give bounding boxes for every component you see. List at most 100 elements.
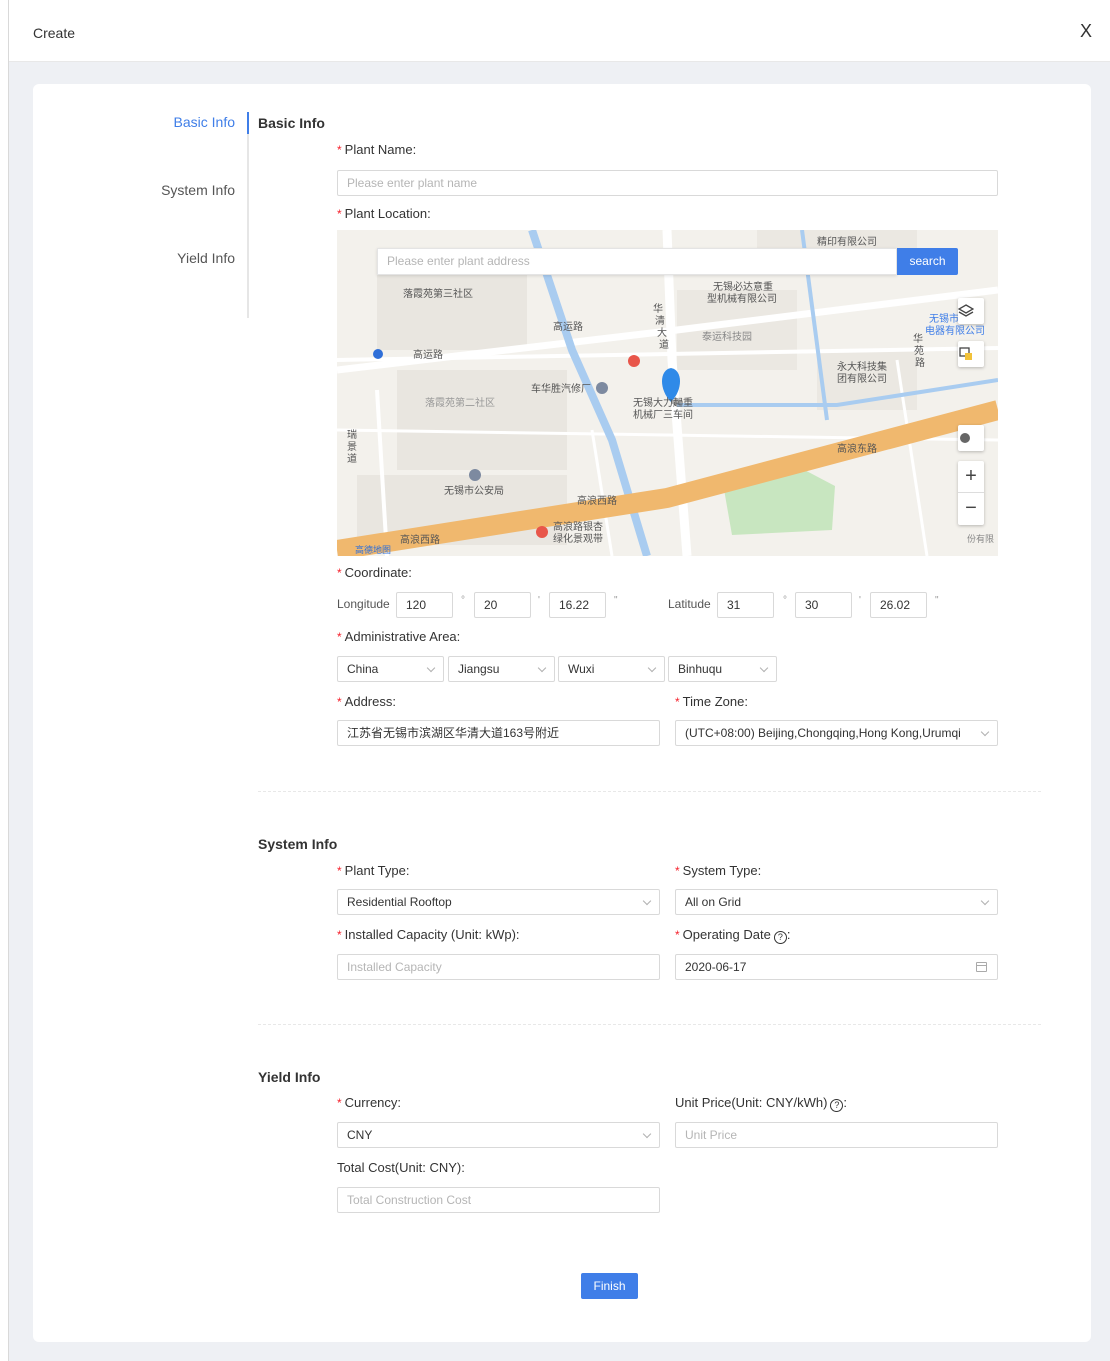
section-anchor-nav: Basic Info System Info Yield Info xyxy=(123,112,249,318)
longitude-label: Longitude xyxy=(337,597,390,611)
operating-date-label: * Operating Date?: xyxy=(675,927,791,944)
yield-info-title: Yield Info xyxy=(258,1069,321,1085)
zoom-control: + − xyxy=(958,461,984,525)
map-label: 份有限 xyxy=(967,533,994,545)
time-zone-select[interactable]: (UTC+08:00) Beijing,Chongqing,Hong Kong,… xyxy=(675,720,998,746)
system-type-label: * System Type: xyxy=(675,863,762,878)
help-icon[interactable]: ? xyxy=(773,931,787,944)
map-label: 高浪西路 xyxy=(577,494,617,507)
longitude-seconds-input[interactable]: 16.22 xyxy=(549,592,606,618)
province-select[interactable]: Jiangsu xyxy=(448,656,555,682)
anchor-system-info[interactable]: System Info xyxy=(161,182,235,198)
map-label: 道 xyxy=(347,452,357,465)
finish-button[interactable]: Finish xyxy=(581,1273,638,1299)
latitude-label: Latitude xyxy=(668,597,711,611)
system-type-select[interactable]: All on Grid xyxy=(675,889,998,915)
map-label: 华 xyxy=(653,302,663,315)
anchor-basic-info[interactable]: Basic Info xyxy=(174,114,235,130)
time-zone-label: * Time Zone: xyxy=(675,694,748,709)
chevron-down-icon xyxy=(647,663,657,673)
zoom-out-icon[interactable]: − xyxy=(958,493,984,525)
map-label: 落霞苑第二社区 xyxy=(425,396,495,409)
chevron-down-icon xyxy=(642,896,652,906)
layers-icon[interactable] xyxy=(958,298,984,324)
section-divider xyxy=(258,1024,1041,1025)
map-poi-icon xyxy=(628,355,640,367)
drawer-header: Create X xyxy=(9,0,1110,62)
map-label: 车华胜汽修厂 xyxy=(531,382,591,395)
degree-mark: ° xyxy=(783,595,787,606)
latitude-minutes-input[interactable]: 30 xyxy=(795,592,852,618)
map-canvas: 落霞苑第三社区 高运路 高运路 落霞苑第二社区 车华胜汽修厂 无锡市公安局 高浪… xyxy=(337,230,998,556)
map-label: 高浪西路 xyxy=(400,533,440,546)
calendar-icon xyxy=(976,962,987,972)
latitude-degrees-input[interactable]: 31 xyxy=(717,592,774,618)
map-label: 苑 xyxy=(914,344,924,357)
operating-date-picker[interactable]: 2020-06-17 xyxy=(675,954,998,980)
satellite-toggle-icon[interactable] xyxy=(958,341,984,367)
chevron-down-icon xyxy=(980,896,990,906)
minute-mark: ' xyxy=(538,595,540,606)
plant-location-label: * Plant Location: xyxy=(337,206,431,221)
chevron-down-icon xyxy=(642,1129,652,1139)
locate-icon[interactable] xyxy=(958,425,984,451)
city-select[interactable]: Wuxi xyxy=(558,656,665,682)
map-label: 瑞 xyxy=(347,429,357,441)
degree-mark: ° xyxy=(461,595,465,606)
map-poi-icon xyxy=(536,526,548,538)
map-attribution-logo: 高德地图 xyxy=(355,544,391,556)
map-label: 清 xyxy=(655,314,665,327)
installed-capacity-label: * Installed Capacity (Unit: kWp): xyxy=(337,927,520,942)
longitude-degrees-input[interactable]: 120 xyxy=(396,592,453,618)
location-map[interactable]: 落霞苑第三社区 高运路 高运路 落霞苑第二社区 车华胜汽修厂 无锡市公安局 高浪… xyxy=(337,230,998,556)
map-label: 高运路 xyxy=(553,320,583,333)
map-poi-icon xyxy=(469,469,481,481)
chevron-down-icon xyxy=(426,663,436,673)
map-label: 无锡市公安局 xyxy=(444,484,504,497)
map-address-search-input[interactable]: Please enter plant address xyxy=(377,248,897,275)
map-label: 大 xyxy=(657,326,667,339)
help-icon[interactable]: ? xyxy=(830,1099,844,1112)
currency-label: * Currency: xyxy=(337,1095,402,1110)
currency-select[interactable]: CNY xyxy=(337,1122,660,1148)
map-label: 落霞苑第三社区 xyxy=(403,287,473,300)
system-info-title: System Info xyxy=(258,836,338,852)
map-label: 华 xyxy=(913,332,923,345)
map-label: 型机械有限公司 xyxy=(707,292,777,305)
plant-name-input[interactable]: Please enter plant name xyxy=(337,170,998,196)
unit-price-label: Unit Price(Unit: CNY/kWh)?: xyxy=(675,1095,848,1112)
minute-mark: ' xyxy=(859,595,861,606)
address-input[interactable]: 江苏省无锡市滨湖区华清大道163号附近 xyxy=(337,720,660,746)
drawer-title: Create xyxy=(33,25,76,41)
basic-info-title: Basic Info xyxy=(258,115,325,131)
latitude-seconds-input[interactable]: 26.02 xyxy=(870,592,927,618)
map-label: 精印有限公司 xyxy=(817,235,877,248)
longitude-minutes-input[interactable]: 20 xyxy=(474,592,531,618)
zoom-in-icon[interactable]: + xyxy=(958,461,984,493)
form-card: Basic Info System Info Yield Info Basic … xyxy=(33,84,1091,1342)
section-divider xyxy=(258,791,1041,792)
map-label: 路 xyxy=(915,356,925,369)
plant-name-label: * Plant Name: xyxy=(337,142,417,157)
plant-type-label: * Plant Type: xyxy=(337,863,410,878)
installed-capacity-input[interactable]: Installed Capacity xyxy=(337,954,660,980)
coordinate-label: * Coordinate: xyxy=(337,565,412,580)
unit-price-input[interactable]: Unit Price xyxy=(675,1122,998,1148)
district-select[interactable]: Binhuqu xyxy=(668,656,777,682)
chevron-down-icon xyxy=(759,663,769,673)
total-cost-input[interactable]: Total Construction Cost xyxy=(337,1187,660,1213)
map-label: 景 xyxy=(347,441,357,453)
map-label: 绿化景观带 xyxy=(553,532,603,545)
map-label: 永大科技集 xyxy=(837,360,887,373)
map-search-button[interactable]: search xyxy=(897,248,958,275)
anchor-yield-info[interactable]: Yield Info xyxy=(177,250,235,266)
map-block xyxy=(377,270,527,350)
map-poi-icon xyxy=(373,349,383,359)
country-select[interactable]: China xyxy=(337,656,444,682)
map-label: 团有限公司 xyxy=(837,372,887,385)
plant-type-select[interactable]: Residential Rooftop xyxy=(337,889,660,915)
map-label: 无锡必达意重 xyxy=(713,280,773,293)
map-label: 道 xyxy=(659,338,669,351)
close-icon[interactable]: X xyxy=(1080,22,1092,40)
total-cost-label: Total Cost(Unit: CNY): xyxy=(337,1160,465,1175)
